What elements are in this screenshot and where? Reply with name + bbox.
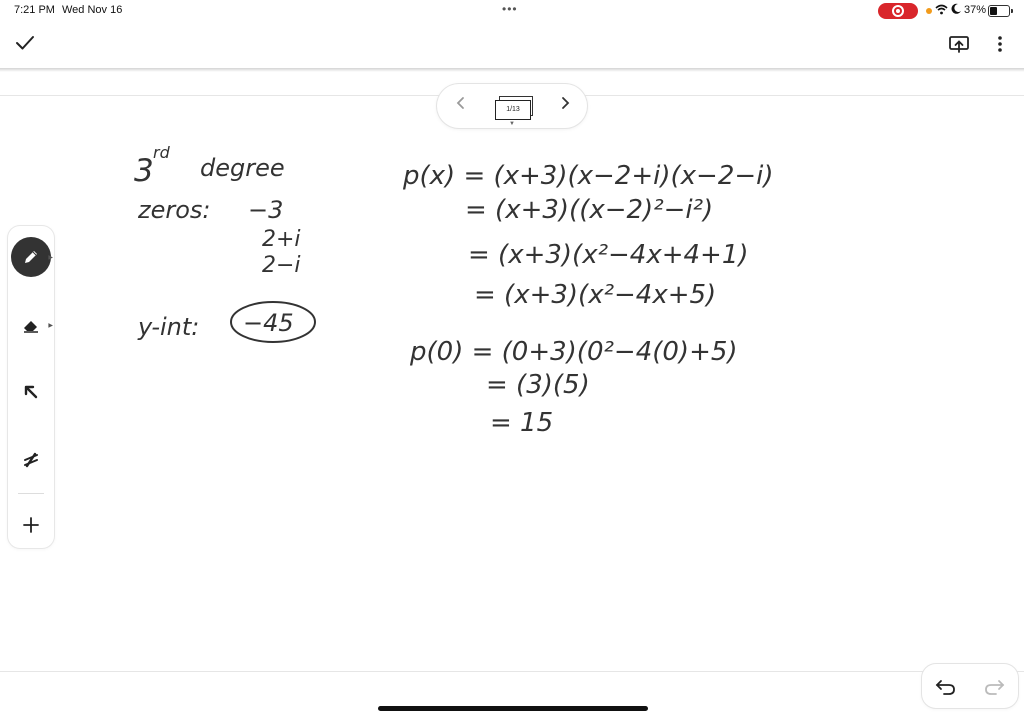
status-date: Wed Nov 16 [62,4,123,16]
battery-percent: 37% [964,4,987,16]
chevron-left-icon [456,97,464,109]
pen-icon [25,251,37,263]
handwritten-line-5: p(0) = (0+3)(0²−4(0)+5) [409,337,738,367]
multitasking-dots[interactable]: ••• [502,2,518,16]
handwritten-line-3: = (x+3)(x²−4x+4+1) [468,240,749,270]
handwritten-title-number: 3 [134,153,154,189]
screen-recording-indicator[interactable] [878,3,918,19]
undo-icon [935,680,955,695]
handwritten-zero-2: 2+i [262,227,301,252]
handwritten-line-6: = (3)(5) [486,370,590,400]
redo-icon [985,680,1005,695]
next-page-button[interactable] [555,95,575,117]
page-indicator: 1/13 [495,100,531,120]
eraser-tool-button[interactable]: ▶ [10,304,53,346]
circled-answer-ring [230,301,316,343]
previous-page-button[interactable] [451,95,471,117]
present-button[interactable] [946,32,972,58]
handwritten-line-4: = (x+3)(x²−4x+5) [474,280,716,310]
home-indicator[interactable] [378,706,648,711]
tool-options-caret-icon: ▶ [48,255,53,261]
laser-pointer-icon [24,452,38,468]
chevron-right-icon [562,97,570,109]
select-tool-button[interactable] [10,371,52,413]
microphone-in-use-dot [926,8,932,14]
page-bottom-edge [0,671,1024,672]
laser-pointer-tool-button[interactable] [10,439,52,481]
handwritten-zero-3: 2−i [262,253,301,278]
top-toolbar [0,22,1024,68]
handwritten-zeros-label: zeros: [137,196,211,224]
more-options-button[interactable] [990,32,1010,58]
tool-rail: ▶ ▶ [8,226,54,548]
plus-icon [23,517,39,533]
add-tool-button[interactable] [10,504,52,546]
caret-down-icon: ▼ [509,121,515,127]
tool-options-caret-icon: ▶ [48,323,53,329]
handwritten-title-superscript: rd [153,143,171,162]
arrow-select-icon [24,385,38,399]
done-checkmark-button[interactable] [12,30,38,56]
undo-button[interactable] [932,672,960,700]
wifi-icon [935,4,948,18]
redo-button[interactable] [980,672,1008,700]
page-thumbnail-button[interactable]: 1/13 [495,96,533,120]
do-not-disturb-moon-icon [951,3,962,17]
checkmark-icon [16,36,34,50]
undo-redo-group [922,664,1018,708]
vertical-ellipsis-icon [998,36,1002,52]
page-navigator: 1/13 ▼ [437,84,587,128]
handwritten-yint-value: −45 [243,309,294,337]
eraser-icon [24,321,38,333]
handwritten-line-2: = (x+3)((x−2)²−i²) [465,195,713,225]
handwritten-zero-1: −3 [248,196,283,224]
handwritten-line-1: p(x) = (x+3)(x−2+i)(x−2−i) [402,161,774,191]
handwritten-line-7: = 15 [490,408,553,438]
handwritten-title-word: degree [200,154,285,182]
handwritten-yint-label: y-int: [137,313,199,341]
pen-tool-button[interactable]: ▶ [10,236,53,278]
status-time: 7:21 PM [14,4,55,16]
status-bar: 7:21 PM Wed Nov 16 ••• 37% [0,0,1024,22]
present-screen-icon [949,36,969,53]
battery-icon [988,5,1013,17]
